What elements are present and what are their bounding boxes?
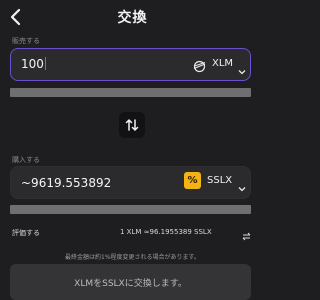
sell-amount-input[interactable]: 100	[21, 57, 46, 71]
exchange-submit-button[interactable]: XLMをSSLXに交換します。	[10, 264, 251, 300]
rate-value: 1 XLM ≈96.1955389 SSLX	[120, 228, 212, 236]
text-caret	[44, 57, 46, 70]
percent-badge-icon: %	[184, 172, 201, 189]
submit-label: XLMをSSLXに交換します。	[74, 278, 187, 289]
sell-label: 販売する	[12, 37, 40, 45]
rate-label: 評価する	[12, 229, 40, 237]
buy-token-select[interactable]: SSLX	[207, 175, 232, 186]
buy-label: 購入する	[12, 156, 40, 164]
refresh-swap-icon[interactable]	[241, 227, 252, 241]
buy-amount-value: ~9619.553892	[21, 176, 112, 190]
buy-amount-slider[interactable]	[10, 205, 251, 214]
chevron-down-icon[interactable]	[238, 178, 246, 192]
sell-amount-slider[interactable]	[10, 88, 251, 97]
chevron-down-icon[interactable]	[238, 61, 246, 75]
stellar-icon	[193, 58, 206, 73]
sell-token-select[interactable]: XLM	[212, 58, 233, 69]
swap-direction-button[interactable]	[119, 112, 145, 138]
swap-arrows-icon	[125, 118, 139, 132]
disclaimer-note: 最終金額は約1%程度変更される場合があります。	[65, 254, 200, 261]
sell-amount-field[interactable]: 100 XLM	[10, 48, 251, 81]
page-title: 交換	[117, 10, 148, 26]
